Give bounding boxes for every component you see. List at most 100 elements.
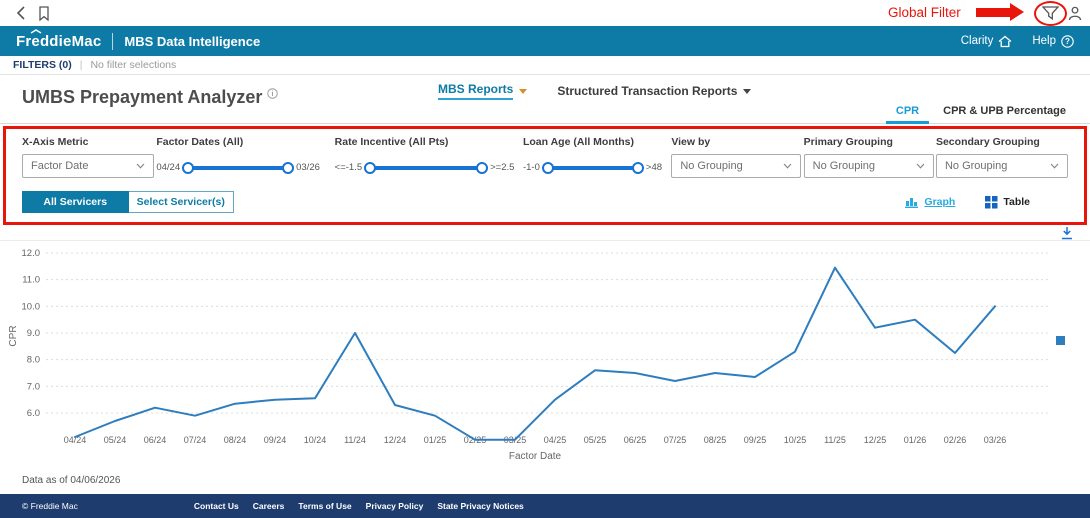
x-axis-metric-value: Factor Date [31, 160, 89, 172]
view-by-select[interactable]: No Grouping [671, 154, 802, 178]
header-divider [112, 32, 114, 50]
mbs-reports-label: MBS Reports [438, 82, 514, 100]
x-tick-label: 05/25 [584, 435, 607, 445]
x-tick-label: 08/24 [224, 435, 247, 445]
global-filter-icon[interactable] [1041, 6, 1060, 26]
tab-cpr-upb-percentage[interactable]: CPR & UPB Percentage [933, 100, 1076, 124]
factor-dates-min-handle[interactable] [182, 161, 195, 174]
chart-canvas: CPR Factor Date 6.0 7.0 8.0 9.0 10.0 11.0 12.0… [8, 248, 1065, 462]
x-axis-metric-control: X-Axis Metric Factor Date [22, 136, 154, 178]
x-tick-label: 08/25 [704, 435, 727, 445]
secondary-grouping-value: No Grouping [944, 160, 1008, 172]
factor-dates-track[interactable] [182, 161, 295, 174]
graph-view-button[interactable]: Graph [905, 196, 955, 208]
footer-link-privacy-policy[interactable]: Privacy Policy [366, 501, 424, 511]
factor-dates-max: 03/26 [296, 162, 320, 173]
all-servicers-button[interactable]: All Servicers [22, 191, 129, 213]
help-label: Help [1032, 35, 1056, 47]
report-tabs: CPR CPR & UPB Percentage [885, 100, 1076, 124]
x-tick-label: 07/24 [184, 435, 207, 445]
primary-grouping-control: Primary Grouping No Grouping [803, 136, 934, 178]
x-axis-metric-label: X-Axis Metric [22, 136, 89, 148]
x-tick-label: 12/24 [384, 435, 407, 445]
x-tick-label: 01/25 [424, 435, 447, 445]
cpr-line-chart: CPR Factor Date 6.0 7.0 8.0 9.0 10.0 11.0 12.0… [0, 240, 1090, 470]
x-tick-label: 11/24 [344, 435, 366, 445]
loan-age-min-handle[interactable] [541, 161, 554, 174]
tab-cpr[interactable]: CPR [885, 100, 930, 124]
footer-link-careers[interactable]: Careers [253, 501, 285, 511]
footer-links: Contact Us Careers Terms of Use Privacy … [194, 501, 524, 511]
rate-incentive-control: Rate Incentive (All Pts) <=-1.5 >=2.5 [335, 136, 521, 178]
mbs-reports-menu[interactable]: MBS Reports [438, 82, 528, 100]
view-by-label: View by [671, 136, 711, 148]
structured-transaction-reports-menu[interactable]: Structured Transaction Reports [557, 84, 752, 98]
chevron-down-icon [519, 88, 528, 94]
copyright: © Freddie Mac [22, 501, 78, 511]
structured-reports-label: Structured Transaction Reports [557, 84, 738, 98]
home-icon [998, 35, 1012, 47]
rate-incentive-label: Rate Incentive (All Pts) [334, 136, 449, 148]
factor-dates-min: 04/24 [156, 162, 181, 173]
view-by-value: No Grouping [680, 160, 743, 172]
loan-age-max: >48 [645, 162, 663, 173]
filters-count[interactable]: FILTERS (0) [13, 59, 72, 71]
factor-dates-control: Factor Dates (All) 04/24 03/26 [156, 136, 332, 178]
graph-label: Graph [924, 196, 956, 208]
annotation-arrow [976, 3, 1024, 21]
y-tick-label: 7.0 [27, 381, 40, 392]
bar-chart-icon [905, 198, 919, 208]
x-tick-label: 09/24 [264, 435, 287, 445]
rate-incentive-max-handle[interactable] [476, 161, 489, 174]
factor-dates-slider: 04/24 03/26 [156, 161, 332, 174]
table-view-button[interactable]: Table [985, 195, 1030, 209]
page-title-text: UMBS Prepayment Analyzer [22, 87, 263, 107]
rate-incentive-track[interactable] [364, 161, 489, 174]
filter-status-bar: FILTERS (0) | No filter selections [0, 56, 1090, 75]
bookmark-icon[interactable] [38, 6, 50, 26]
loan-age-track[interactable] [541, 161, 644, 174]
loan-age-control: Loan Age (All Months) -1-0 >48 [523, 136, 669, 178]
table-grid-icon [985, 195, 998, 208]
select-servicers-button[interactable]: Select Servicer(s) [128, 191, 234, 213]
x-tick-label: 07/25 [664, 435, 687, 445]
chevron-down-icon [743, 88, 752, 94]
page-title: UMBS Prepayment Analyzer i [22, 87, 279, 108]
x-tick-label: 10/24 [304, 435, 327, 445]
logo-text: FreddieMac [16, 32, 102, 50]
freddie-mac-logo[interactable]: FreddieMac [16, 28, 102, 50]
legend-marker[interactable] [1056, 336, 1065, 345]
title-section: UMBS Prepayment Analyzer i MBS Reports S… [0, 75, 1090, 124]
question-icon: ? [1061, 34, 1074, 48]
loan-age-max-handle[interactable] [631, 161, 644, 174]
footer-link-terms-of-use[interactable]: Terms of Use [298, 501, 351, 511]
footer-link-contact-us[interactable]: Contact Us [194, 501, 239, 511]
help-link[interactable]: Help ? [1032, 34, 1074, 48]
chevron-down-icon [916, 163, 925, 169]
x-axis-metric-select[interactable]: Factor Date [22, 154, 154, 178]
rate-incentive-min-handle[interactable] [364, 161, 377, 174]
utility-bar: Global Filter [0, 0, 1090, 26]
clarity-label: Clarity [960, 35, 994, 47]
info-icon[interactable]: i [267, 88, 279, 99]
chevron-down-icon [783, 163, 792, 169]
data-as-of-note: Data as of 04/06/2026 [22, 475, 121, 486]
clarity-link[interactable]: Clarity [961, 35, 1013, 48]
x-tick-label: 11/25 [824, 435, 846, 445]
filter-selection-text: No filter selections [90, 59, 177, 71]
user-profile-icon[interactable] [1068, 6, 1082, 26]
svg-text:i: i [272, 91, 274, 98]
x-axis-title: Factor Date [509, 451, 562, 462]
chart-toolbar [0, 225, 1090, 240]
servicer-segmented-control: All Servicers Select Servicer(s) [22, 191, 234, 213]
app-header: FreddieMac MBS Data Intelligence Clarity… [0, 26, 1090, 56]
factor-dates-max-handle[interactable] [282, 161, 295, 174]
back-icon[interactable] [16, 6, 26, 25]
rate-incentive-slider: <=-1.5 >=2.5 [335, 161, 521, 174]
view-by-control: View by No Grouping [671, 136, 802, 178]
cpr-series-line [74, 266, 996, 441]
secondary-grouping-select[interactable]: No Grouping [935, 154, 1068, 178]
primary-grouping-select[interactable]: No Grouping [803, 154, 934, 178]
footer-link-state-privacy-notices[interactable]: State Privacy Notices [437, 501, 523, 511]
y-tick-label: 11.0 [22, 275, 40, 286]
